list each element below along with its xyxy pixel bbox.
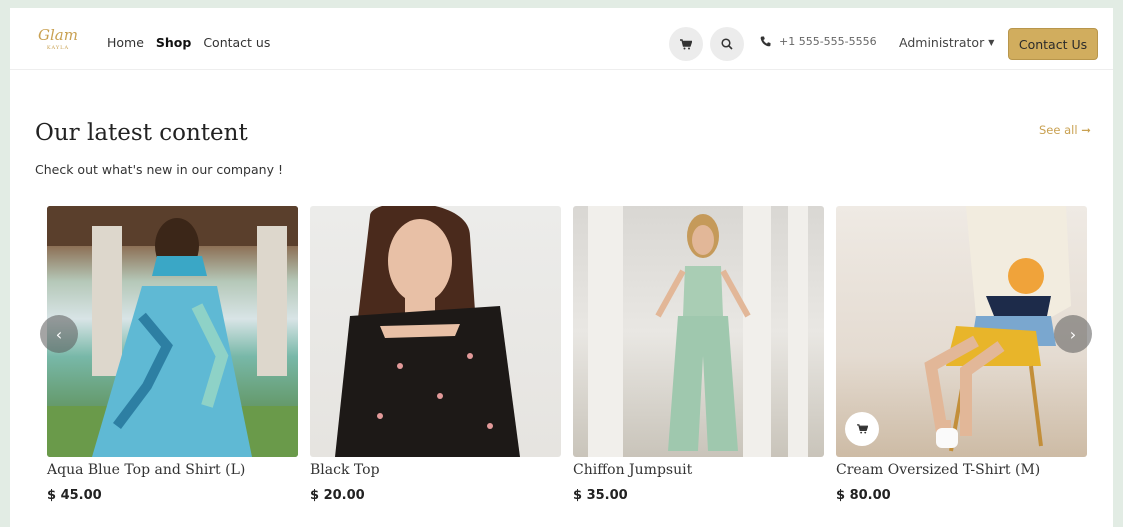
contact-us-button[interactable]: Contact Us xyxy=(1008,28,1098,60)
see-all-link[interactable]: See all ➞ xyxy=(1039,123,1091,137)
product-card[interactable]: Chiffon Jumpsuit $ 35.00 xyxy=(573,206,824,503)
nav-contact-us[interactable]: Contact us xyxy=(203,35,270,50)
product-name[interactable]: Black Top xyxy=(310,462,561,478)
search-icon xyxy=(721,38,733,50)
product-card[interactable]: Black Top $ 20.00 xyxy=(310,206,561,503)
user-name: Administrator xyxy=(899,35,985,50)
product-price: $ 80.00 xyxy=(836,488,891,503)
product-image[interactable] xyxy=(836,206,1087,457)
cart-icon xyxy=(680,38,692,49)
section-title: Our latest content xyxy=(35,120,248,146)
product-image[interactable] xyxy=(47,206,298,457)
product-price: $ 20.00 xyxy=(310,488,365,503)
logo-text: Glam xyxy=(38,26,78,44)
phone-link[interactable]: +1 555-555-5556 xyxy=(760,35,877,48)
product-card[interactable]: Aqua Blue Top and Shirt (L) $ 45.00 xyxy=(47,206,298,503)
product-image[interactable] xyxy=(310,206,561,457)
main-nav: Home Shop Contact us xyxy=(107,35,278,50)
product-photo xyxy=(47,206,298,457)
cart-button[interactable] xyxy=(669,27,703,61)
product-name[interactable]: Aqua Blue Top and Shirt (L) xyxy=(47,462,298,478)
nav-home[interactable]: Home xyxy=(107,35,144,50)
header: Glam KAYLA Home Shop Contact us +1 555-5… xyxy=(10,8,1113,70)
phone-number: +1 555-555-5556 xyxy=(779,35,877,48)
chevron-right-icon: › xyxy=(1069,324,1077,344)
carousel-next-button[interactable]: › xyxy=(1054,315,1092,353)
product-name[interactable]: Cream Oversized T-Shirt (M) xyxy=(836,462,1087,478)
search-button[interactable] xyxy=(710,27,744,61)
product-name[interactable]: Chiffon Jumpsuit xyxy=(573,462,824,478)
logo-subtext: KAYLA xyxy=(46,45,70,51)
phone-icon xyxy=(760,36,771,47)
product-price: $ 45.00 xyxy=(47,488,102,503)
section-subtitle: Check out what's new in our company ! xyxy=(35,162,283,177)
product-photo xyxy=(588,206,808,457)
product-image[interactable] xyxy=(573,206,824,457)
user-menu[interactable]: Administrator ▼ xyxy=(899,35,994,50)
product-price: $ 35.00 xyxy=(573,488,628,503)
nav-shop[interactable]: Shop xyxy=(156,35,191,50)
caret-down-icon: ▼ xyxy=(988,38,995,47)
see-all-label: See all xyxy=(1039,123,1078,137)
add-to-cart-button[interactable] xyxy=(845,412,879,446)
cart-icon xyxy=(856,424,868,434)
logo[interactable]: Glam KAYLA xyxy=(38,25,78,59)
page: Glam KAYLA Home Shop Contact us +1 555-5… xyxy=(10,8,1113,527)
product-card[interactable]: Cream Oversized T-Shirt (M) $ 80.00 xyxy=(836,206,1087,503)
carousel-prev-button[interactable]: ‹ xyxy=(40,315,78,353)
product-photo xyxy=(335,206,520,457)
arrow-right-icon: ➞ xyxy=(1081,123,1091,137)
chevron-left-icon: ‹ xyxy=(55,324,63,344)
